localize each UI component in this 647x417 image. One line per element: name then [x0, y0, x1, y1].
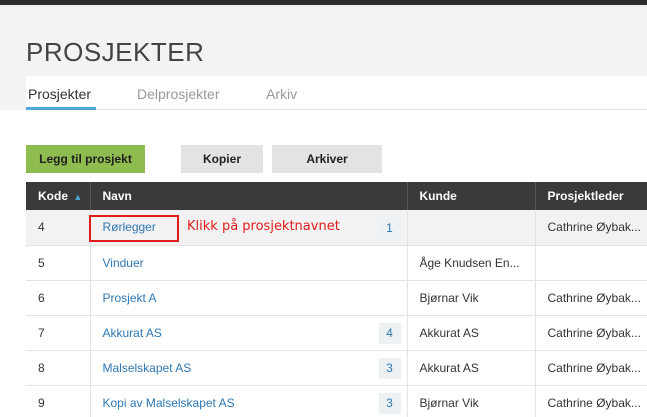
cell-kunde: [407, 210, 536, 246]
table-row[interactable]: 5 Vinduer Åge Knudsen En...: [26, 245, 647, 281]
sort-ascending-icon: ▲: [73, 192, 83, 202]
cell-prosjektleder: Cathrine Øybak...: [535, 210, 647, 246]
cell-kode: 8: [26, 350, 91, 386]
cell-navn: Malselskapet AS 3: [90, 350, 408, 386]
page-title: PROSJEKTER: [26, 37, 205, 67]
tab-prosjekter[interactable]: Prosjekter: [28, 86, 91, 102]
cell-kunde: Bjørnar Vik: [407, 280, 536, 316]
column-header-kunde[interactable]: Kunde: [407, 182, 536, 210]
cell-kunde: Åge Knudsen En...: [407, 245, 536, 281]
cell-navn: Kopi av Malselskapet AS 3: [90, 385, 408, 417]
cell-prosjektleder: Cathrine Øybak...: [535, 280, 647, 316]
cell-navn: Prosjekt A: [90, 280, 408, 316]
cell-kunde: Akkurat AS: [407, 315, 536, 351]
column-header-prosjektleder[interactable]: Prosjektleder: [535, 182, 647, 210]
cell-kode: 7: [26, 315, 91, 351]
project-name-link[interactable]: Malselskapet AS: [103, 361, 192, 375]
tab-delprosjekter[interactable]: Delprosjekter: [137, 86, 219, 102]
annotation-highlight-box: [89, 215, 179, 242]
subproject-count-badge[interactable]: 3: [378, 357, 401, 379]
table-row[interactable]: 9 Kopi av Malselskapet AS 3 Bjørnar Vik …: [26, 385, 647, 417]
cell-kunde: Akkurat AS: [407, 350, 536, 386]
tab-arkiv[interactable]: Arkiv: [266, 86, 297, 102]
cell-prosjektleder: Cathrine Øybak...: [535, 315, 647, 351]
table-row[interactable]: 8 Malselskapet AS 3 Akkurat AS Cathrine …: [26, 350, 647, 386]
column-header-navn[interactable]: Navn: [90, 182, 408, 210]
tab-bar: Prosjekter Delprosjekter Arkiv: [26, 76, 647, 110]
add-project-button[interactable]: Legg til prosjekt: [26, 145, 145, 173]
project-name-link[interactable]: Vinduer: [103, 256, 144, 270]
column-header-kode[interactable]: Kode ▲: [26, 182, 91, 210]
project-name-link[interactable]: Akkurat AS: [103, 326, 162, 340]
project-name-link[interactable]: Kopi av Malselskapet AS: [103, 396, 235, 410]
table-row[interactable]: 6 Prosjekt A Bjørnar Vik Cathrine Øybak.…: [26, 280, 647, 316]
cell-prosjektleder: Cathrine Øybak...: [535, 385, 647, 417]
subproject-count-badge[interactable]: 3: [378, 392, 401, 414]
cell-kunde: Bjørnar Vik: [407, 385, 536, 417]
cell-prosjektleder: Cathrine Øybak...: [535, 350, 647, 386]
cell-kode: 9: [26, 385, 91, 417]
cell-kode: 6: [26, 280, 91, 316]
cell-kode: 5: [26, 245, 91, 281]
cell-navn: Akkurat AS 4: [90, 315, 408, 351]
table-row[interactable]: 7 Akkurat AS 4 Akkurat AS Cathrine Øybak…: [26, 315, 647, 351]
active-tab-indicator: [26, 107, 96, 110]
cell-navn: Vinduer: [90, 245, 408, 281]
subproject-count-badge[interactable]: 1: [378, 217, 401, 238]
project-name-link[interactable]: Prosjekt A: [103, 291, 157, 305]
subproject-count-badge[interactable]: 4: [378, 322, 401, 344]
copy-button[interactable]: Kopier: [181, 145, 263, 173]
archive-button[interactable]: Arkiver: [272, 145, 382, 173]
annotation-callout: Klikk på prosjektnavnet: [187, 219, 340, 234]
cell-kode: 4: [26, 210, 91, 246]
cell-prosjektleder: [535, 245, 647, 281]
table-header-row: Kode ▲ Navn Kunde Prosjektleder: [26, 182, 647, 210]
